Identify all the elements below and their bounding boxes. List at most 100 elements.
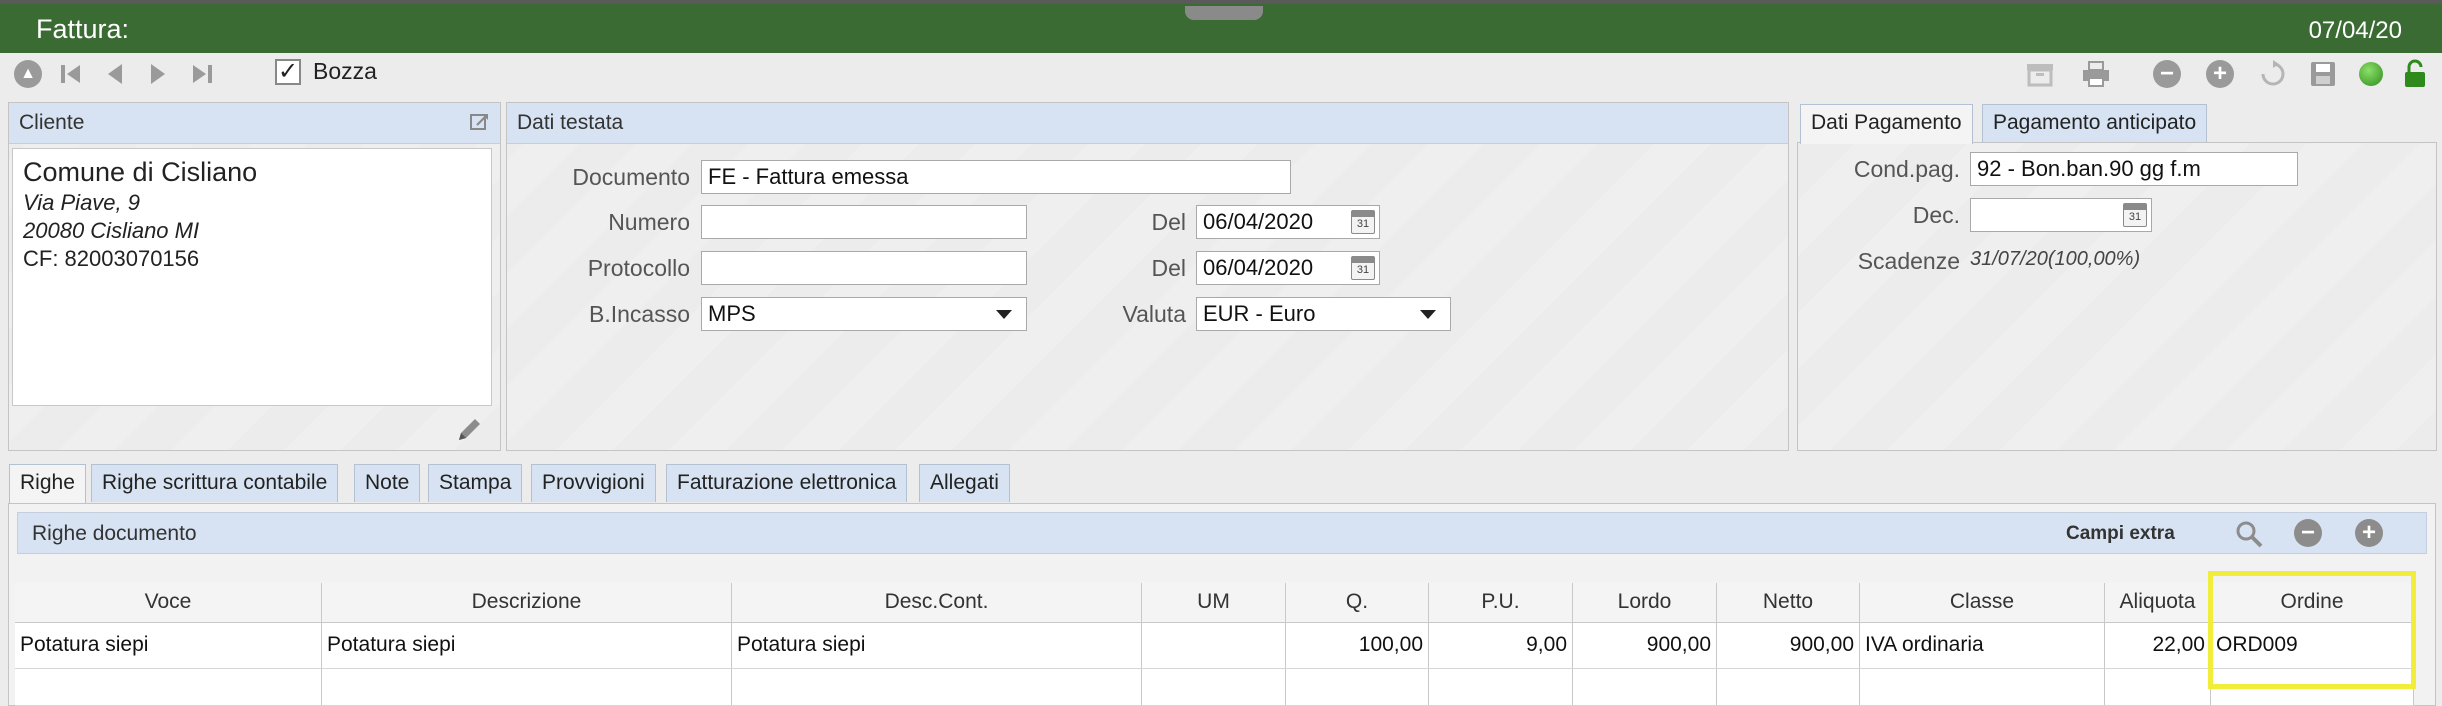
calendar-icon[interactable]: 31 <box>1351 256 1375 280</box>
tab-stampa[interactable]: Stampa <box>428 464 523 502</box>
campi-extra-link[interactable]: Campi extra <box>2066 523 2175 545</box>
column-header-classe[interactable]: Classe <box>1860 583 2105 623</box>
lock-icon[interactable] <box>2400 59 2430 89</box>
numero-field[interactable] <box>701 205 1027 239</box>
empty-cell[interactable] <box>1429 669 1573 706</box>
tab-provvigioni[interactable]: Provvigioni <box>531 464 656 502</box>
cell-descrizione[interactable]: Potatura siepi <box>322 623 732 669</box>
righe-header: Righe documento Campi extra − + <box>17 512 2427 554</box>
bozza-checkbox[interactable]: ✓ <box>275 58 301 85</box>
numero-del-label: Del <box>1151 209 1186 235</box>
cliente-details: Comune di Cisliano Via Piave, 9 20080 Ci… <box>12 148 492 406</box>
cell-lordo[interactable]: 900,00 <box>1573 623 1717 669</box>
chevron-down-icon <box>996 310 1012 319</box>
tab-dati-pagamento[interactable]: Dati Pagamento <box>1800 104 1973 144</box>
tab-righe-scrittura-contabile[interactable]: Righe scrittura contabile <box>91 464 339 502</box>
cliente-cf: CF: 82003070156 <box>23 246 200 271</box>
window-grip-handle[interactable] <box>1185 6 1263 20</box>
cell-classe[interactable]: IVA ordinaria <box>1860 623 2105 669</box>
numero-date-field[interactable]: 06/04/2020 31 <box>1196 205 1380 239</box>
scadenze-value: 31/07/20(100,00%) <box>1970 248 2141 270</box>
documento-field[interactable]: FE - Fattura emessa <box>701 160 1291 194</box>
edit-link-icon[interactable] <box>468 112 490 140</box>
home-icon[interactable]: ▲ <box>13 59 43 89</box>
pagamento-panel <box>1797 142 2437 451</box>
archive-icon[interactable] <box>2025 59 2055 89</box>
cell-q[interactable]: 100,00 <box>1286 623 1429 669</box>
protocollo-label: Protocollo <box>587 255 690 281</box>
tab-note[interactable]: Note <box>354 464 421 502</box>
column-header-aliquota[interactable]: Aliquota <box>2105 583 2211 623</box>
ordine-highlight <box>2208 571 2416 689</box>
remove-icon[interactable]: − <box>2152 59 2182 89</box>
first-record-icon[interactable] <box>56 59 86 89</box>
empty-cell[interactable] <box>322 669 732 706</box>
cell-netto[interactable]: 900,00 <box>1717 623 1860 669</box>
calendar-icon[interactable]: 31 <box>2123 203 2147 227</box>
empty-cell[interactable] <box>732 669 1142 706</box>
condpag-field[interactable]: 92 - Bon.ban.90 gg f.m <box>1970 152 2298 186</box>
add-row-icon[interactable]: + <box>2355 519 2383 547</box>
cell-desc-cont[interactable]: Potatura siepi <box>732 623 1142 669</box>
dec-label: Dec. <box>1912 202 1960 228</box>
empty-cell[interactable] <box>2105 669 2211 706</box>
empty-cell[interactable] <box>1573 669 1717 706</box>
protocollo-date-value: 06/04/2020 <box>1203 255 1314 280</box>
numero-date-value: 06/04/2020 <box>1203 209 1314 234</box>
print-icon[interactable] <box>2081 59 2111 89</box>
window-date: 07/04/20 <box>2308 17 2402 44</box>
tab-righe[interactable]: Righe <box>9 464 86 504</box>
cliente-header: Cliente <box>9 103 500 144</box>
last-record-icon[interactable] <box>187 59 217 89</box>
protocollo-date-field[interactable]: 06/04/2020 31 <box>1196 251 1380 285</box>
column-header-lordo[interactable]: Lordo <box>1573 583 1717 623</box>
column-header-q[interactable]: Q. <box>1286 583 1429 623</box>
protocollo-field[interactable] <box>701 251 1027 285</box>
title-bar: Fattura: 07/04/20 <box>0 0 2442 53</box>
cliente-name: Comune di Cisliano <box>23 157 258 187</box>
tab-pagamento-anticipato[interactable]: Pagamento anticipato <box>1982 104 2208 142</box>
cell-aliquota[interactable]: 22,00 <box>2105 623 2211 669</box>
bozza-label: Bozza <box>313 58 377 84</box>
empty-cell[interactable] <box>1142 669 1286 706</box>
cell-voce[interactable]: Potatura siepi <box>15 623 322 669</box>
bincasso-label: B.Incasso <box>589 301 690 327</box>
column-header-desc-cont[interactable]: Desc.Cont. <box>732 583 1142 623</box>
column-header-voce[interactable]: Voce <box>15 583 322 623</box>
next-record-icon[interactable] <box>143 59 173 89</box>
chevron-down-icon <box>1420 310 1436 319</box>
empty-cell[interactable] <box>1286 669 1429 706</box>
bincasso-value: MPS <box>708 301 756 326</box>
refresh-icon[interactable] <box>2258 59 2288 89</box>
condpag-label: Cond.pag. <box>1853 156 1960 182</box>
column-header-netto[interactable]: Netto <box>1717 583 1860 623</box>
valuta-label: Valuta <box>1122 301 1186 327</box>
valuta-value: EUR - Euro <box>1203 301 1316 326</box>
dec-date-field[interactable]: 31 <box>1970 198 2152 232</box>
empty-cell[interactable] <box>1860 669 2105 706</box>
empty-cell[interactable] <box>15 669 322 706</box>
cell-um[interactable] <box>1142 623 1286 669</box>
column-header-um[interactable]: UM <box>1142 583 1286 623</box>
tab-allegati[interactable]: Allegati <box>919 464 1010 502</box>
bozza-toggle[interactable]: ✓ Bozza <box>275 58 377 85</box>
protocollo-del-label: Del <box>1151 255 1186 281</box>
save-icon[interactable] <box>2308 59 2338 89</box>
scadenze-label: Scadenze <box>1857 248 1960 274</box>
previous-record-icon[interactable] <box>100 59 130 89</box>
cliente-title: Cliente <box>19 111 85 134</box>
valuta-select[interactable]: EUR - Euro <box>1196 297 1451 331</box>
column-header-pu[interactable]: P.U. <box>1429 583 1573 623</box>
column-header-descrizione[interactable]: Descrizione <box>322 583 732 623</box>
calendar-icon[interactable]: 31 <box>1351 210 1375 234</box>
numero-label: Numero <box>608 209 690 235</box>
search-icon[interactable] <box>2234 519 2264 554</box>
tab-fatturazione-elettronica[interactable]: Fatturazione elettronica <box>666 464 908 502</box>
bincasso-select[interactable]: MPS <box>701 297 1027 331</box>
righe-title: Righe documento <box>32 522 197 545</box>
pencil-icon[interactable] <box>455 416 483 449</box>
add-icon[interactable]: + <box>2205 59 2235 89</box>
empty-cell[interactable] <box>1717 669 1860 706</box>
cell-pu[interactable]: 9,00 <box>1429 623 1573 669</box>
remove-row-icon[interactable]: − <box>2294 519 2322 547</box>
